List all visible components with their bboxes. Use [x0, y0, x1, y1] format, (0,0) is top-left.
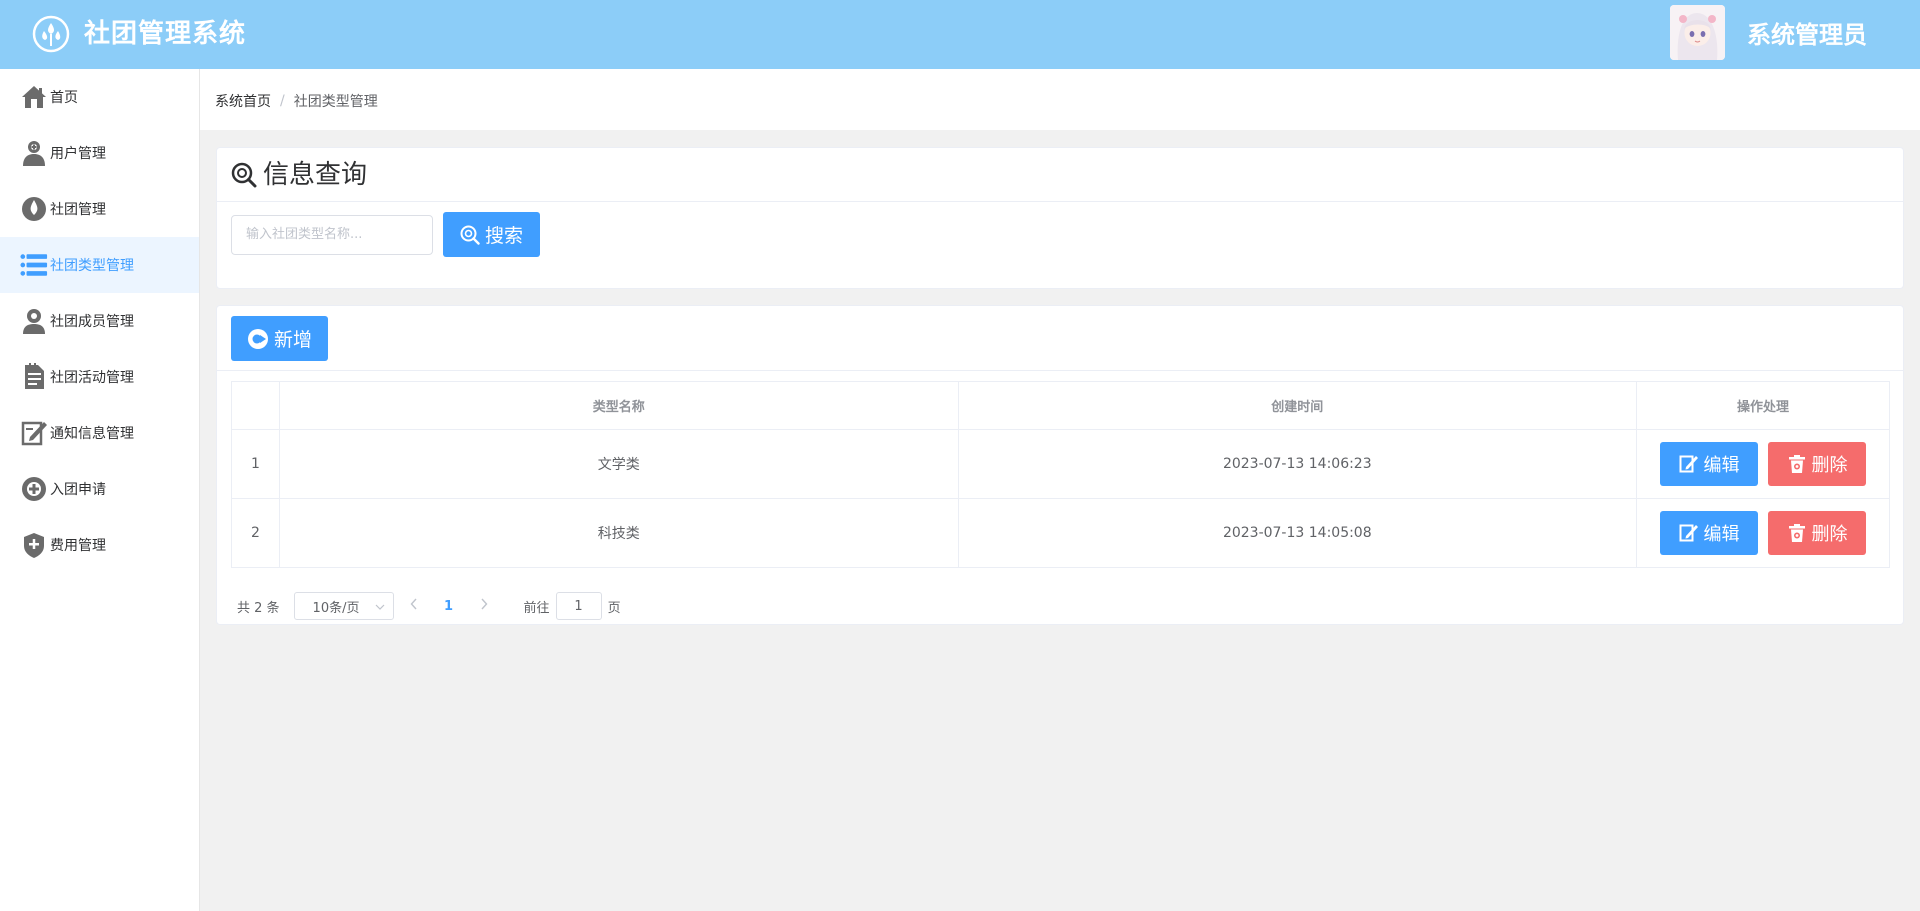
table-toolbar: 新增 [217, 306, 1903, 371]
sidebar-item-notice-management[interactable]: 通知信息管理 [0, 405, 199, 461]
delete-button[interactable]: 删除 [1768, 511, 1867, 555]
search-button-label: 搜索 [484, 225, 523, 247]
search-card: 信息查询 搜索 [216, 147, 1904, 289]
page-jumper: 前往 页 [524, 592, 621, 620]
app-title: 社团管理系统 [84, 19, 247, 49]
top-header: 社团管理系统 系统管理员 [0, 0, 1920, 69]
sidebar-item-label: 社团成员管理 [50, 314, 134, 330]
edit-icon [1679, 454, 1699, 474]
breadcrumb-current: 社团类型管理 [293, 94, 378, 110]
search-card-header: 信息查询 [217, 148, 1903, 202]
search-card-title: 信息查询 [263, 159, 368, 190]
add-button[interactable]: 新增 [231, 316, 328, 361]
sidebar-item-home[interactable]: 首页 [0, 69, 199, 125]
column-header-created-time: 创建时间 [957, 381, 1638, 430]
goto-prefix: 前往 [523, 600, 550, 616]
sidebar-item-user-management[interactable]: 用户管理 [0, 125, 199, 181]
search-button[interactable]: 搜索 [443, 212, 540, 257]
delete-button-label: 删除 [1811, 524, 1848, 545]
breadcrumb-separator: / [280, 93, 285, 109]
prev-page-button[interactable] [399, 598, 429, 614]
row-index: 2 [231, 498, 280, 568]
shield-badge-icon [20, 531, 48, 559]
club-type-search-input[interactable] [231, 214, 433, 255]
search-row: 搜索 [231, 212, 540, 257]
sidebar-item-member-management[interactable]: 社团成员管理 [0, 293, 199, 349]
user-name[interactable]: 系统管理员 [1747, 17, 1867, 53]
row-type-name: 科技类 [278, 498, 959, 568]
sidebar-item-label: 社团类型管理 [50, 258, 134, 274]
pagination: 共 2 条 10条/页 1 前往 页 [237, 592, 621, 620]
app-logo-icon [32, 15, 70, 53]
sidebar-item-label: 社团管理 [50, 202, 106, 218]
delete-button[interactable]: 删除 [1768, 442, 1867, 486]
sidebar-item-club-management[interactable]: 社团管理 [0, 181, 199, 237]
pagination-total: 共 2 条 [237, 600, 280, 616]
column-header-index [231, 381, 280, 430]
table-header-row: 类型名称 创建时间 操作处理 [231, 381, 1890, 430]
goto-page-input[interactable] [555, 592, 602, 620]
row-operations: 编辑 删除 [1636, 429, 1890, 499]
sidebar-item-label: 首页 [50, 90, 78, 106]
add-button-label: 新增 [273, 329, 312, 351]
column-header-type-name: 类型名称 [278, 381, 959, 430]
row-created-time: 2023-07-13 14:06:23 [957, 429, 1638, 499]
page-size-value: 10条/页 [312, 600, 360, 616]
chevron-down-icon [375, 599, 385, 614]
table-card: 新增 类型名称 创建时间 操作处理 1 文学类 2023-07-13 14:06… [216, 305, 1904, 625]
table-row: 1 文学类 2023-07-13 14:06:23 编辑 删除 [231, 429, 1890, 499]
edit-note-icon [20, 419, 48, 447]
trash-icon [1787, 523, 1807, 543]
search-icon [460, 225, 480, 245]
edit-button-label: 编辑 [1703, 455, 1740, 476]
member-icon [20, 307, 48, 335]
breadcrumb-home-link[interactable]: 系统首页 [215, 91, 271, 111]
avatar-image-icon [1670, 5, 1725, 60]
sidebar-item-club-type-management[interactable]: 社团类型管理 [0, 237, 199, 293]
row-type-name: 文学类 [278, 429, 959, 499]
home-icon [20, 83, 48, 111]
avatar[interactable] [1670, 5, 1725, 60]
sidebar-item-label: 用户管理 [50, 146, 106, 162]
edit-button[interactable]: 编辑 [1660, 511, 1759, 555]
drop-icon [20, 195, 48, 223]
list-icon [20, 251, 48, 279]
chevron-right-icon [481, 598, 487, 610]
trash-icon [1787, 454, 1807, 474]
plus-circle-icon [20, 475, 48, 503]
page-size-select[interactable]: 10条/页 [293, 592, 394, 620]
breadcrumb: 系统首页 / 社团类型管理 [215, 91, 378, 111]
next-page-button[interactable] [469, 598, 499, 614]
add-circle-icon [247, 328, 269, 350]
search-title-icon [231, 162, 257, 187]
delete-button-label: 删除 [1811, 455, 1848, 476]
sidebar-item-label: 通知信息管理 [50, 426, 134, 442]
row-created-time: 2023-07-13 14:05:08 [957, 498, 1638, 568]
sidebar-item-label: 社团活动管理 [50, 370, 134, 386]
sidebar-item-activity-management[interactable]: 社团活动管理 [0, 349, 199, 405]
goto-suffix: 页 [607, 600, 621, 616]
edit-button[interactable]: 编辑 [1660, 442, 1759, 486]
column-header-operations: 操作处理 [1636, 381, 1890, 430]
row-operations: 编辑 删除 [1636, 498, 1890, 568]
sidebar-item-label: 入团申请 [50, 482, 106, 498]
edit-icon [1679, 523, 1699, 543]
club-type-table: 类型名称 创建时间 操作处理 1 文学类 2023-07-13 14:06:23… [231, 381, 1890, 568]
document-icon [20, 363, 48, 391]
row-index: 1 [231, 429, 280, 499]
sidebar-item-join-application[interactable]: 入团申请 [0, 461, 199, 517]
page-number-current[interactable]: 1 [434, 599, 464, 614]
sidebar: 首页 用户管理 社团管理 社团类型管理 社团成员管理 社团活动管理 通知信息管理… [0, 69, 200, 911]
sidebar-item-fee-management[interactable]: 费用管理 [0, 517, 199, 573]
edit-button-label: 编辑 [1703, 524, 1740, 545]
chevron-left-icon [410, 598, 417, 610]
table-row: 2 科技类 2023-07-13 14:05:08 编辑 删除 [231, 498, 1890, 568]
sidebar-item-label: 费用管理 [50, 538, 106, 554]
user-add-icon [20, 139, 48, 167]
breadcrumb-bar: 系统首页 / 社团类型管理 [200, 69, 1920, 130]
